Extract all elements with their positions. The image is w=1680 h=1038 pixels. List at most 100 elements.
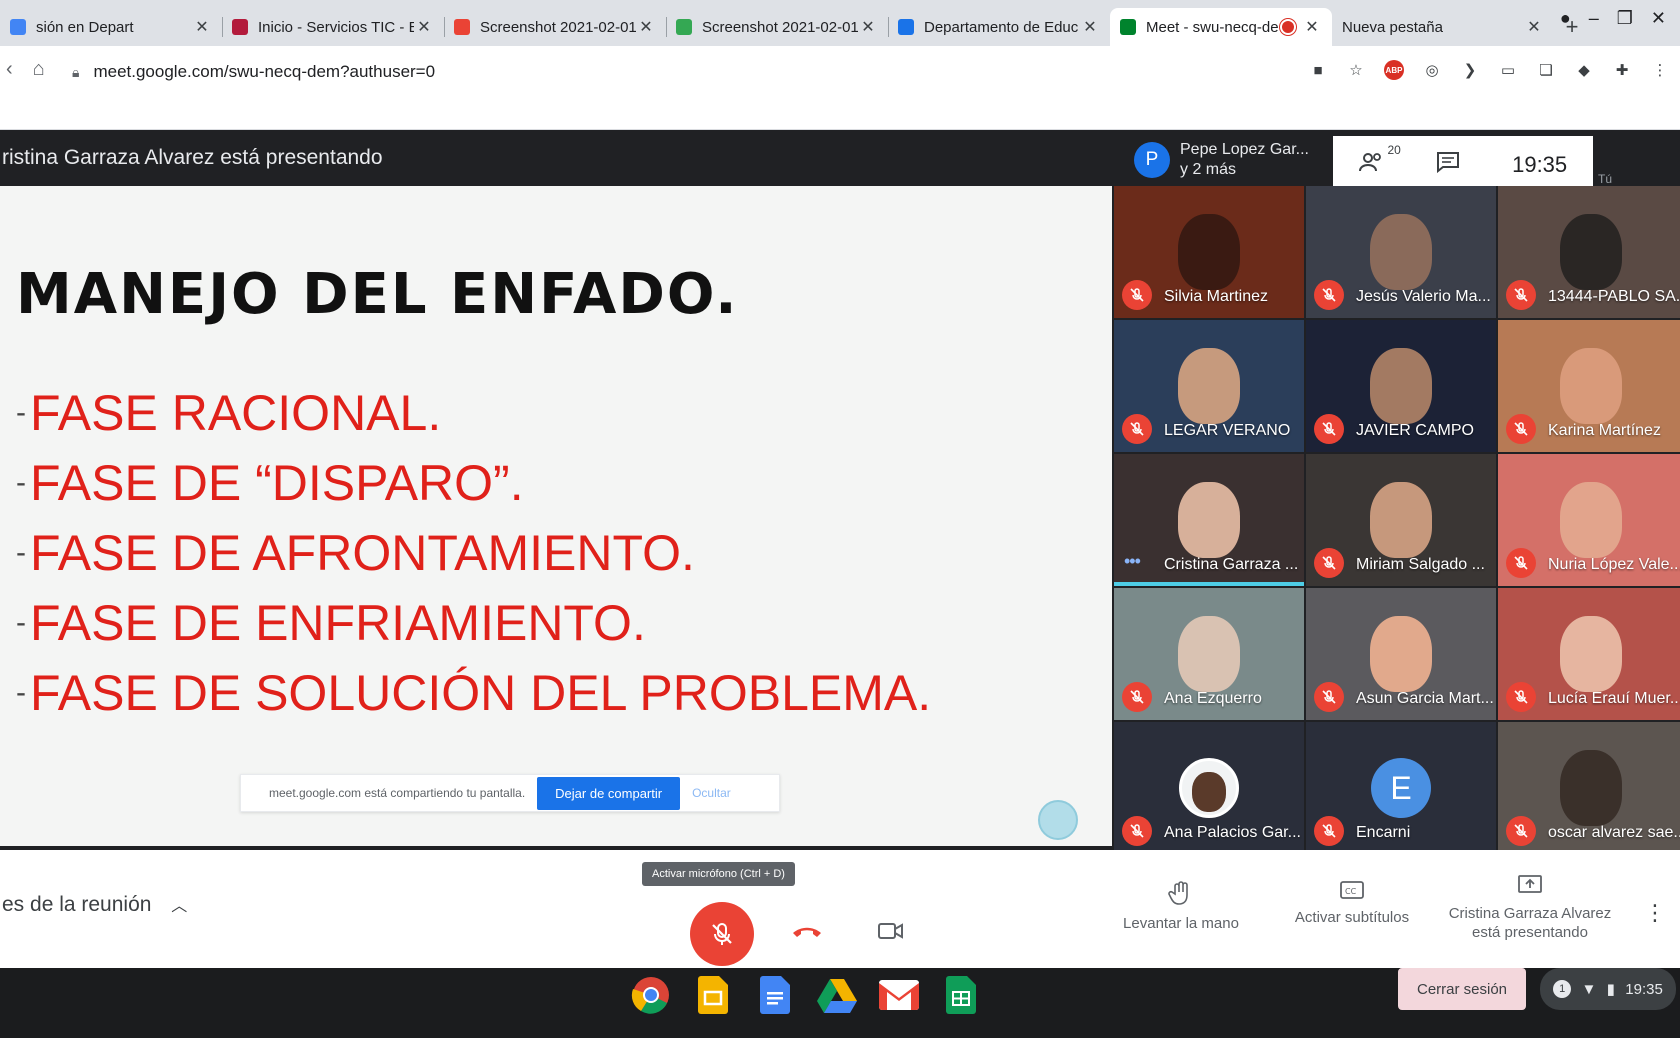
- close-tab-icon[interactable]: ✕: [1302, 17, 1322, 37]
- participant-tile[interactable]: oscar alvarez sae...: [1498, 722, 1680, 854]
- meeting-clock: 19:35: [1512, 152, 1568, 177]
- close-tab-icon[interactable]: ✕: [636, 17, 656, 37]
- arrow-icon[interactable]: ❯: [1460, 60, 1480, 80]
- participant-name: Karina Martínez: [1548, 422, 1661, 439]
- hide-notice-button[interactable]: Ocultar: [692, 786, 731, 800]
- mic-off-icon: [1122, 280, 1152, 310]
- presentation-slide: MANEJO DEL ENFADO. - FASE RACIONAL. - FASE …: [0, 186, 1112, 846]
- close-tab-icon[interactable]: ✕: [1080, 17, 1100, 37]
- browser-tab[interactable]: Nueva pestaña ✕: [1332, 8, 1554, 46]
- close-window-icon[interactable]: ✕: [1651, 8, 1666, 29]
- home-icon[interactable]: ⌂: [33, 58, 45, 81]
- url-text[interactable]: meet.google.com/swu-necq-dem?authuser=0: [93, 62, 435, 82]
- participant-tile[interactable]: Silvia Martinez: [1114, 186, 1304, 318]
- camera-off-icon: [878, 923, 903, 939]
- diamond-icon[interactable]: ◆: [1574, 60, 1594, 80]
- participant-video: [1178, 348, 1240, 424]
- presenter-name: Pepe Lopez Gar...: [1180, 141, 1309, 158]
- browser-tab[interactable]: Departamento de Educ ✕: [888, 8, 1110, 46]
- close-tab-icon[interactable]: ✕: [192, 17, 212, 37]
- presenting-line1: Cristina Garraza Alvarez: [1448, 905, 1612, 922]
- presenter-chip[interactable]: P Pepe Lopez Gar... y 2 más: [1134, 140, 1309, 180]
- more-options-icon[interactable]: ⋮: [1644, 900, 1666, 926]
- sheets-icon[interactable]: [940, 974, 982, 1016]
- participant-video: [1560, 482, 1622, 558]
- profile-icon[interactable]: ●: [1560, 8, 1571, 29]
- browser-tab[interactable]: Screenshot 2021-02-01 ✕: [666, 8, 888, 46]
- camera-icon[interactable]: ■: [1308, 60, 1328, 80]
- present-now-button[interactable]: Cristina Garraza Alvarez está presentand…: [1440, 874, 1620, 942]
- close-tab-icon[interactable]: ✕: [1524, 17, 1544, 37]
- captions-label: Activar subtítulos: [1294, 909, 1410, 926]
- menu-icon[interactable]: ⋮: [1650, 60, 1670, 80]
- participant-avatar: [1179, 758, 1239, 818]
- compass-icon[interactable]: ◎: [1422, 60, 1442, 80]
- slide-item-text: FASE DE AFRONTAMIENTO.: [30, 525, 695, 581]
- browser-tab[interactable]: Inicio - Servicios TIC - E ✕: [222, 8, 444, 46]
- maximize-icon[interactable]: ❐: [1617, 8, 1633, 29]
- participant-tile[interactable]: Ana Ezquerro: [1114, 588, 1304, 720]
- participant-tile[interactable]: JAVIER CAMPO: [1306, 320, 1496, 452]
- camera-button[interactable]: [876, 916, 906, 946]
- presenter-sub: y 2 más: [1180, 161, 1237, 178]
- address-bar[interactable]: 🔒︎ meet.google.com/swu-necq-dem?authuser…: [72, 54, 1302, 90]
- participant-name: 13444-PABLO SA...: [1548, 288, 1680, 305]
- hang-up-button[interactable]: [790, 914, 824, 948]
- mic-off-icon: [1314, 414, 1344, 444]
- browser-tab[interactable]: sión en Depart ✕: [0, 8, 222, 46]
- participant-tile[interactable]: Ana Palacios Gar...: [1114, 722, 1304, 854]
- close-tab-icon[interactable]: ✕: [414, 17, 434, 37]
- participant-tile[interactable]: Nuria López Vale...: [1498, 454, 1680, 586]
- drive-icon[interactable]: [816, 974, 858, 1016]
- sign-out-button[interactable]: Cerrar sesión: [1398, 968, 1526, 1010]
- chevron-up-icon: ︿: [171, 898, 188, 915]
- battery-icon: ▮: [1606, 981, 1615, 998]
- minimize-icon[interactable]: –: [1589, 8, 1599, 29]
- nav-buttons: ‹ ⌂: [6, 58, 45, 81]
- browser-tab[interactable]: Screenshot 2021-02-01 ✕: [444, 8, 666, 46]
- participant-tile[interactable]: E Encarni: [1306, 722, 1496, 854]
- tab-title: Screenshot 2021-02-01: [702, 18, 858, 36]
- captions-button[interactable]: CC Activar subtítulos: [1282, 880, 1422, 927]
- close-tab-icon[interactable]: ✕: [858, 17, 878, 37]
- star-icon[interactable]: ☆: [1346, 60, 1366, 80]
- participant-tile[interactable]: Lucía Erauí Muer...: [1498, 588, 1680, 720]
- mic-off-icon: [1506, 414, 1536, 444]
- docs-icon[interactable]: [754, 974, 796, 1016]
- copy-icon[interactable]: ❏: [1536, 60, 1556, 80]
- slide-list-item: - FASE DE “DISPARO”.: [16, 448, 931, 518]
- slides-icon[interactable]: [692, 974, 734, 1016]
- chat-icon: [1437, 152, 1460, 174]
- stop-sharing-button[interactable]: Dejar de compartir: [537, 776, 681, 810]
- microphone-button[interactable]: [690, 902, 754, 966]
- system-tray[interactable]: 1 ▼ ▮ 19:35: [1540, 968, 1676, 1010]
- back-icon[interactable]: ‹: [6, 58, 13, 81]
- tab-title: Screenshot 2021-02-01: [480, 18, 636, 36]
- participant-name: LEGAR VERANO: [1164, 422, 1291, 439]
- gmail-icon[interactable]: [878, 974, 920, 1016]
- presenting-line2: está presentando: [1472, 924, 1588, 941]
- chat-button[interactable]: [1436, 151, 1460, 179]
- abp-icon[interactable]: ABP: [1384, 60, 1404, 80]
- participant-tile[interactable]: Asun Garcia Mart...: [1306, 588, 1496, 720]
- participant-tile[interactable]: 13444-PABLO SA...: [1498, 186, 1680, 318]
- participants-button[interactable]: 20: [1358, 143, 1401, 179]
- participant-tile[interactable]: Karina Martínez: [1498, 320, 1680, 452]
- favicon-icon: [898, 19, 914, 35]
- tab-title: Meet - swu-necq-de: [1146, 18, 1279, 36]
- meeting-details-button[interactable]: es de la reunión ︿: [2, 892, 187, 917]
- browser-tab[interactable]: Meet - swu-necq-de ✕: [1110, 8, 1332, 46]
- puzzle-icon[interactable]: ✚: [1612, 60, 1632, 80]
- favicon-icon: [10, 19, 26, 35]
- participant-video: [1370, 214, 1432, 290]
- participant-tile[interactable]: Miriam Salgado ...: [1306, 454, 1496, 586]
- control-bar: es de la reunión ︿ Activar micrófono (Ct…: [0, 850, 1680, 968]
- presenting-banner: ristina Garraza Alvarez está presentando: [0, 130, 1114, 186]
- participant-tile[interactable]: LEGAR VERANO: [1114, 320, 1304, 452]
- participant-tile[interactable]: Jesús Valerio Ma...: [1306, 186, 1496, 318]
- chrome-icon[interactable]: [630, 974, 672, 1016]
- raise-hand-button[interactable]: Levantar la mano: [1116, 880, 1246, 933]
- participant-tile[interactable]: ••• Cristina Garraza ...: [1114, 454, 1304, 586]
- slide-item-text: FASE RACIONAL.: [30, 385, 442, 441]
- screen-icon[interactable]: ▭: [1498, 60, 1518, 80]
